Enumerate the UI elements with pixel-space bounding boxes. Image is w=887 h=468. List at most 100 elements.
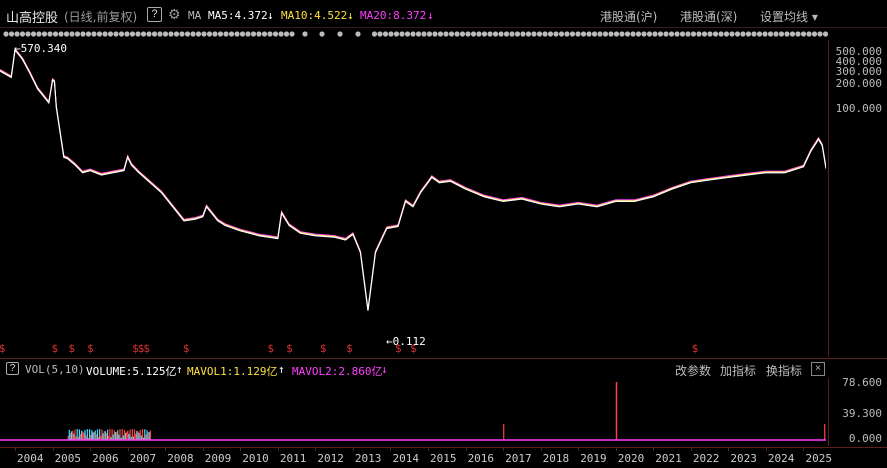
price-chart[interactable] [0, 40, 826, 358]
volume-bar [129, 429, 131, 440]
event-dot [778, 31, 785, 37]
x-axis-tick [578, 447, 580, 451]
event-dot [652, 31, 658, 37]
event-dot [337, 31, 343, 37]
price-axis-label: 100.000 [835, 102, 882, 115]
event-dot [608, 31, 614, 37]
event-dot [371, 31, 378, 37]
event-dot [745, 31, 752, 37]
event-dot [278, 31, 284, 37]
event-dot [762, 31, 768, 37]
event-dot [690, 31, 697, 37]
volume-bar [127, 430, 129, 440]
dividend-marker[interactable]: $ [267, 342, 274, 355]
panel-divider [0, 358, 887, 359]
low-annotation: ←0.112 [386, 335, 426, 348]
switch-indicator-button[interactable]: 换指标 [766, 362, 802, 379]
event-dot [789, 31, 796, 37]
volume-chart[interactable] [0, 378, 826, 446]
gear-icon[interactable]: ⚙ [168, 6, 181, 23]
event-dot [228, 31, 235, 37]
dividend-marker[interactable]: $ [68, 342, 75, 355]
event-dot [437, 31, 444, 37]
event-dot [102, 31, 108, 37]
add-indicator-button[interactable]: 加指标 [720, 362, 756, 379]
volume-bar [113, 430, 115, 440]
volume-bar [119, 429, 121, 440]
event-dot [597, 31, 603, 37]
event-dot [201, 31, 207, 37]
volume-bar [93, 431, 95, 440]
change-params-button[interactable]: 改参数 [675, 362, 711, 379]
volume-bar [103, 431, 105, 440]
dividend-marker[interactable]: $ [320, 342, 327, 355]
event-dot [646, 31, 653, 37]
volume-bar [96, 429, 99, 440]
volume-bar [69, 433, 72, 440]
volume-bar [131, 429, 133, 440]
event-dot [58, 31, 64, 37]
dividend-marker[interactable]: $ [51, 342, 58, 355]
event-dot [25, 31, 31, 37]
dividend-marker[interactable]: $ [346, 342, 353, 355]
set-ma-dropdown[interactable]: 设置均线 ▾ [760, 8, 818, 25]
dividend-marker[interactable]: $ [87, 342, 94, 355]
event-dot [14, 31, 20, 37]
event-dot [800, 31, 807, 37]
tab-hk-connect-sz[interactable]: 港股通(深) [680, 8, 737, 25]
x-axis-tick [765, 447, 767, 451]
volume-bar [135, 433, 137, 440]
event-dot [558, 31, 565, 37]
event-dot [195, 31, 202, 37]
dividend-marker[interactable]: $ [395, 342, 402, 355]
volume-bar [68, 429, 70, 440]
dividend-marker[interactable]: $ [0, 342, 6, 355]
volume-bar [149, 430, 152, 440]
dividend-marker[interactable]: $ [143, 342, 150, 355]
volume-bar [99, 429, 101, 440]
x-axis-label: 2007 [129, 452, 157, 465]
event-dot [723, 31, 730, 37]
event-dot [272, 31, 279, 37]
event-dot [454, 31, 460, 37]
vol-help-button[interactable]: ? [6, 362, 19, 375]
event-dot [630, 31, 636, 37]
dividend-marker[interactable]: $ [410, 342, 417, 355]
event-dot [410, 31, 416, 37]
event-dot [69, 31, 75, 37]
event-dot [377, 31, 383, 37]
x-axis-label: 2017 [505, 452, 532, 465]
x-axis-tick [352, 447, 354, 451]
event-dot [107, 31, 114, 37]
event-dot [613, 31, 620, 37]
close-panel-button[interactable]: × [811, 362, 825, 376]
volume-bar [101, 429, 103, 440]
volume-bar [76, 429, 78, 440]
event-dot [635, 31, 642, 37]
help-button[interactable]: ? [147, 7, 162, 22]
volume-bar [83, 432, 85, 440]
event-dot [525, 31, 532, 37]
volume-bar [148, 432, 150, 440]
event-dot [641, 31, 647, 37]
mavol2-down-arrow-icon: ↓ [381, 363, 388, 376]
dividend-marker[interactable]: $ [692, 342, 699, 355]
volume-bar [123, 429, 126, 440]
event-dot [96, 31, 103, 37]
tab-hk-connect-sh[interactable]: 港股通(沪) [600, 8, 657, 25]
event-dot [547, 31, 554, 37]
x-axis-label: 2022 [692, 452, 720, 465]
event-dot [503, 31, 510, 37]
event-dot [267, 31, 273, 37]
volume-bar [111, 429, 113, 440]
event-dot [245, 31, 251, 37]
x-axis-tick [240, 447, 242, 451]
event-dot [520, 31, 526, 37]
event-dot [426, 31, 433, 37]
event-dot [74, 31, 81, 37]
dividend-marker[interactable]: $ [286, 342, 293, 355]
vol-axis-label: 78.600 [842, 376, 882, 389]
event-dot [19, 31, 26, 37]
dividend-marker[interactable]: $ [183, 342, 190, 355]
event-dot [250, 31, 257, 37]
